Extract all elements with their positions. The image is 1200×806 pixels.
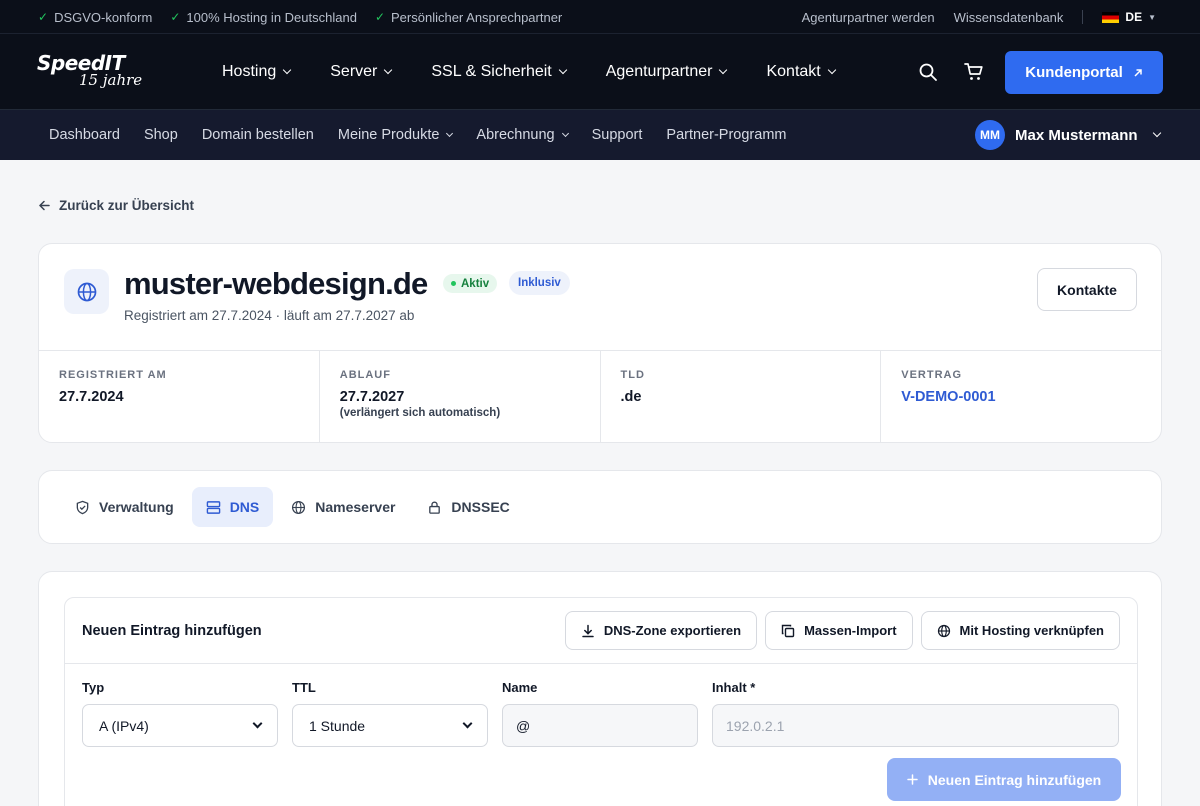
link-hosting-button[interactable]: Mit Hosting verknüpfen [920, 611, 1120, 650]
caret-down-icon: ▼ [1148, 12, 1156, 22]
subnav-item-shop[interactable]: Shop [144, 127, 178, 143]
globe-icon [292, 500, 306, 514]
dns-card: Neuen Eintrag hinzufügen DNS-Zone export… [38, 571, 1162, 806]
content-input[interactable]: 192.0.2.1 [712, 704, 1119, 747]
plus-icon [907, 774, 918, 785]
nav-item-ssl[interactable]: SSL & Sicherheit [431, 63, 567, 81]
german-flag-icon [1102, 11, 1120, 23]
server-icon [206, 500, 220, 514]
info-tld: TLD .de [601, 351, 882, 443]
domain-info-row: Registriert am 27.7.2024 Ablauf 27.7.202… [39, 350, 1161, 443]
subnav-item-dashboard[interactable]: Dashboard [49, 127, 120, 143]
domain-icon-box [64, 269, 109, 314]
arrow-left-icon [38, 200, 50, 211]
chevron-down-icon [561, 129, 569, 137]
main-nav: SpeedIT 15 jahre Hosting Server SSL & Si… [0, 34, 1200, 110]
add-entry-button[interactable]: Neuen Eintrag hinzufügen [887, 758, 1121, 801]
chevron-down-icon [384, 65, 393, 75]
name-input[interactable]: @ [502, 704, 698, 747]
ttl-label: TTL [292, 680, 316, 695]
agency-partner-link[interactable]: Agenturpartner werden [802, 10, 935, 25]
mass-import-button[interactable]: Massen-Import [765, 611, 913, 650]
chevron-down-icon [719, 65, 728, 75]
type-label: Typ [82, 680, 105, 695]
globe-icon [77, 282, 96, 301]
new-entry-header: Neuen Eintrag hinzufügen DNS-Zone export… [65, 598, 1137, 664]
info-expiry: Ablauf 27.7.2027 (verlängert sich automa… [320, 351, 601, 443]
chevron-down-icon [446, 129, 454, 137]
check-icon: ✓ [170, 10, 181, 24]
ttl-select[interactable]: 1 Stunde [292, 704, 488, 747]
feature-item: ✓ 100% Hosting in Deutschland [170, 9, 357, 25]
user-menu[interactable]: MM Max Mustermann [975, 120, 1161, 150]
subnav-item-support[interactable]: Support [592, 127, 643, 143]
content-label: Inhalt * [712, 680, 756, 695]
status-badge: Aktiv [443, 274, 498, 293]
status-dot-icon [451, 281, 456, 286]
new-entry-panel: Neuen Eintrag hinzufügen DNS-Zone export… [64, 597, 1138, 806]
lock-icon [429, 501, 441, 514]
tab-verwaltung[interactable]: Verwaltung [61, 487, 188, 527]
nav-item-hosting[interactable]: Hosting [222, 63, 292, 81]
subnav-item-billing[interactable]: Abrechnung [476, 127, 569, 143]
feature-item: ✓ Persönlicher Ansprechpartner [374, 9, 563, 25]
check-icon: ✓ [374, 10, 385, 24]
export-zone-button[interactable]: DNS-Zone exportieren [564, 611, 758, 650]
back-link[interactable]: Zurück zur Übersicht [38, 198, 194, 213]
search-icon[interactable] [918, 62, 938, 82]
check-icon: ✓ [38, 10, 49, 24]
nav-item-server[interactable]: Server [330, 63, 393, 81]
divider [1082, 10, 1084, 24]
avatar: MM [975, 120, 1005, 150]
sub-nav: Dashboard Shop Domain bestellen Meine Pr… [0, 110, 1200, 160]
new-entry-form: Typ A (IPv4) TTL 1 Stunde Name @ Inhalt … [82, 680, 1119, 747]
info-registered: Registriert am 27.7.2024 [39, 351, 320, 443]
domain-subtitle: Registriert am 27.7.2024 · läuft am 27.7… [124, 308, 415, 323]
user-name: Max Mustermann [1015, 126, 1138, 144]
name-label: Name [502, 680, 538, 695]
nav-item-contact[interactable]: Kontakt [766, 63, 836, 81]
knowledge-base-link[interactable]: Wissensdatenbank [954, 10, 1064, 25]
chevron-down-icon [1152, 128, 1161, 138]
language-selector[interactable]: DE ▼ [1102, 10, 1156, 24]
chevron-down-icon [827, 65, 836, 75]
cart-icon[interactable] [964, 62, 984, 82]
page-title: muster-webdesign.de [124, 266, 428, 301]
chevron-down-icon [283, 65, 292, 75]
tab-dns[interactable]: DNS [191, 487, 274, 527]
customer-portal-button[interactable]: Kundenportal [1005, 51, 1163, 94]
subnav-item-my-products[interactable]: Meine Produkte [338, 127, 454, 143]
tag-badge: Inklusiv [509, 271, 570, 295]
logo[interactable]: SpeedIT 15 jahre [37, 52, 147, 92]
section-title: Neuen Eintrag hinzufügen [82, 623, 262, 639]
info-contract: Vertrag V-DEMO-0001 [881, 351, 1161, 443]
tab-nameserver[interactable]: Nameserver [277, 487, 409, 527]
tabs-card: Verwaltung DNS Nameserver DNSSEC [38, 470, 1162, 544]
contract-link[interactable]: V-DEMO-0001 [901, 389, 1141, 405]
feature-item: ✓ DSGVO-konform [38, 9, 153, 25]
chevron-down-icon [558, 65, 567, 75]
external-arrow-icon [1134, 68, 1142, 77]
top-bar: ✓ DSGVO-konform ✓ 100% Hosting in Deutschl… [0, 0, 1200, 34]
subnav-item-order-domain[interactable]: Domain bestellen [202, 127, 314, 143]
globe-icon [937, 624, 950, 637]
tab-dnssec[interactable]: DNSSEC [413, 487, 523, 527]
domain-card: muster-webdesign.de Aktiv Inklusiv Regis… [38, 243, 1162, 443]
shield-check-icon [76, 500, 89, 514]
contacts-button[interactable]: Kontakte [1037, 268, 1137, 311]
chevron-down-icon [462, 718, 473, 729]
type-select[interactable]: A (IPv4) [82, 704, 278, 747]
chevron-down-icon [252, 718, 263, 729]
nav-item-agency[interactable]: Agenturpartner [606, 63, 728, 81]
copy-icon [781, 624, 795, 637]
subnav-item-partner[interactable]: Partner-Programm [666, 127, 786, 143]
download-icon [582, 624, 594, 637]
